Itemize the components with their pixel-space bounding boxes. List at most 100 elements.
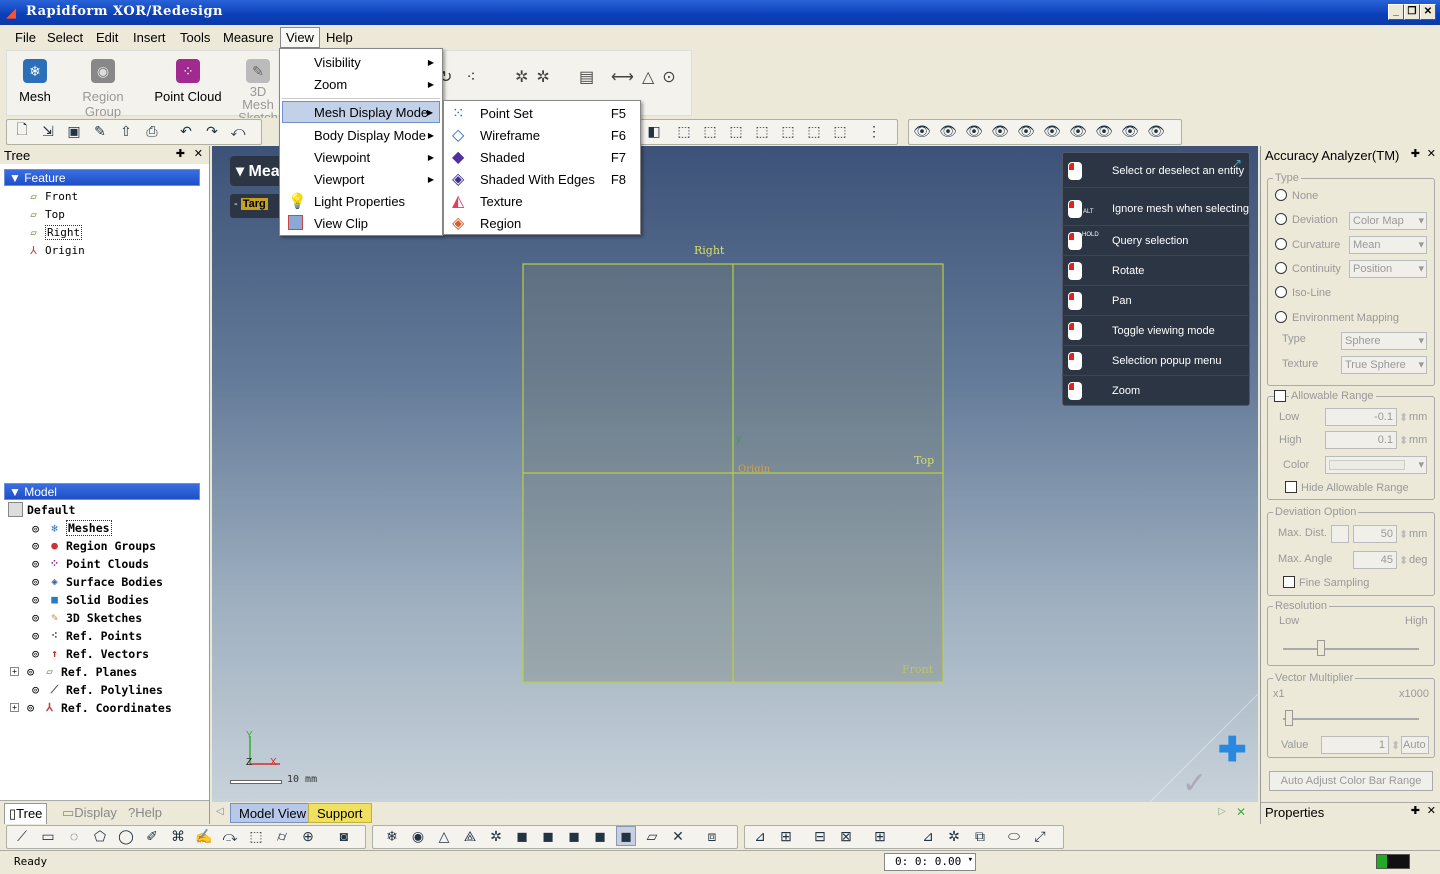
select-body-icon[interactable]: ◼ bbox=[512, 826, 532, 846]
model-region-groups[interactable]: ◎ ● Region Groups bbox=[28, 538, 156, 553]
select-sketch-icon[interactable]: ◼ bbox=[590, 826, 610, 846]
close-panel-icon[interactable]: ✕ bbox=[1427, 804, 1436, 817]
model-ref-points[interactable]: ◎ ⁖ Ref. Points bbox=[28, 628, 142, 643]
menu-tools[interactable]: Tools bbox=[175, 29, 215, 46]
view-menu-body-display-mode[interactable]: Body Display Mode ▶ bbox=[282, 124, 440, 146]
rollback-icon[interactable]: ⤺ bbox=[228, 121, 248, 141]
model-root[interactable]: Default bbox=[8, 502, 75, 517]
mesh-button[interactable]: ❄ Mesh bbox=[15, 53, 55, 104]
visibility-vector-icon[interactable]: 👁 bbox=[1068, 121, 1088, 141]
pin-icon[interactable]: ✚ bbox=[1411, 804, 1420, 817]
visibility-surface-icon[interactable]: 👁 bbox=[990, 121, 1010, 141]
menu-file[interactable]: File bbox=[10, 29, 41, 46]
view-left-icon[interactable]: ⬚ bbox=[726, 121, 746, 141]
invert-icon[interactable]: ✲ bbox=[944, 826, 964, 846]
mesh-mode-shaded-edges[interactable]: ◈ Shaded With Edges F8 bbox=[446, 168, 638, 190]
continuity-select[interactable]: Position ▾ bbox=[1349, 260, 1427, 278]
view-back-icon[interactable]: ⬚ bbox=[700, 121, 720, 141]
cylinder-select-icon[interactable]: ⌭ bbox=[272, 826, 292, 846]
tab-tree[interactable]: ▯Tree bbox=[4, 803, 48, 825]
minimize-button[interactable]: _ bbox=[1388, 4, 1404, 20]
selection-filter-icon[interactable]: ◙ bbox=[334, 826, 354, 846]
lasso-icon[interactable]: ⌘ bbox=[168, 826, 188, 846]
tab-display[interactable]: ▭Display bbox=[62, 805, 117, 821]
select-vertex-icon[interactable]: △ bbox=[434, 826, 454, 846]
view-front-icon[interactable]: ⬚ bbox=[674, 121, 694, 141]
visibility-region-icon[interactable]: 👁 bbox=[938, 121, 958, 141]
tab-model-view[interactable]: Model View bbox=[230, 803, 315, 823]
view-iso-icon[interactable]: ◧ bbox=[644, 121, 664, 141]
resolution-slider-thumb[interactable] bbox=[1317, 640, 1325, 656]
max-dist-spinner-icon[interactable]: ⬍ bbox=[1399, 528, 1408, 541]
feature-header[interactable]: ▼ Feature bbox=[4, 169, 200, 186]
feature-front[interactable]: ▱ Front bbox=[26, 189, 78, 204]
tab-help[interactable]: ?Help bbox=[128, 805, 162, 820]
low-spinner-icon[interactable]: ⬍ bbox=[1399, 411, 1408, 424]
max-angle-input[interactable]: 45 bbox=[1353, 551, 1397, 569]
radio-curvature[interactable] bbox=[1275, 238, 1287, 250]
select-face-icon[interactable]: ✲ bbox=[486, 826, 506, 846]
3d-mesh-sketch-button[interactable]: ✎ 3D Mesh Sketch bbox=[233, 53, 283, 124]
radio-continuity[interactable] bbox=[1275, 262, 1287, 274]
menu-help[interactable]: Help bbox=[321, 29, 358, 46]
view-options-icon[interactable]: ⋮ bbox=[864, 121, 884, 141]
view-menu-view-clip[interactable]: View Clip bbox=[282, 212, 440, 234]
menu-view[interactable]: View bbox=[280, 27, 320, 48]
save-icon[interactable]: ▣ bbox=[64, 121, 84, 141]
visibility-plane-icon[interactable]: 👁 bbox=[1094, 121, 1114, 141]
radio-iso-line[interactable] bbox=[1275, 286, 1287, 298]
measure-tools-icon[interactable]: ⟷△⊙ bbox=[611, 67, 684, 87]
high-input[interactable]: 0.1 bbox=[1325, 431, 1397, 449]
restore-button[interactable]: ❐ bbox=[1404, 4, 1420, 20]
vector-slider-thumb[interactable] bbox=[1285, 710, 1293, 726]
tab-scroll-right-icon[interactable]: ▷ bbox=[1218, 806, 1226, 817]
close-panel-icon[interactable]: ✕ bbox=[1427, 147, 1436, 160]
point-cloud-button[interactable]: ⁘ Point Cloud bbox=[153, 53, 223, 104]
sketch-tools-icon[interactable]: ↻⁖ bbox=[439, 67, 490, 87]
close-panel-icon[interactable]: ✕ bbox=[194, 147, 203, 160]
expand-icon[interactable]: + bbox=[10, 703, 19, 712]
env-type-select[interactable]: Sphere ▾ bbox=[1341, 332, 1427, 350]
max-dist-toggle[interactable] bbox=[1331, 525, 1349, 543]
close-tab-icon[interactable]: ✕ bbox=[1236, 805, 1246, 819]
open-icon[interactable]: ✎ bbox=[90, 121, 110, 141]
redo-icon[interactable]: ↷ bbox=[202, 121, 222, 141]
view-bottom-icon[interactable]: ⬚ bbox=[804, 121, 824, 141]
model-point-clouds[interactable]: ◎ ⁘ Point Clouds bbox=[28, 556, 149, 571]
menu-edit[interactable]: Edit bbox=[91, 29, 123, 46]
filter-icon[interactable]: ⧈ bbox=[702, 826, 722, 846]
high-spinner-icon[interactable]: ⬍ bbox=[1399, 434, 1408, 447]
view-top-icon[interactable]: ⬚ bbox=[778, 121, 798, 141]
radio-env-mapping[interactable] bbox=[1275, 311, 1287, 323]
menu-measure[interactable]: Measure bbox=[218, 29, 279, 46]
model-ref-polylines[interactable]: ◎ ⟋ Ref. Polylines bbox=[28, 682, 163, 697]
menu-select[interactable]: Select bbox=[42, 29, 88, 46]
circle-icon[interactable]: ◌ bbox=[64, 826, 84, 846]
auto-button[interactable]: Auto bbox=[1401, 736, 1429, 754]
mesh-mode-shaded[interactable]: ◆ Shaded F7 bbox=[446, 146, 638, 168]
allowable-range-checkbox[interactable] bbox=[1274, 390, 1286, 402]
view-menu-viewport[interactable]: Viewport ▶ bbox=[282, 168, 440, 190]
view-menu-zoom[interactable]: Zoom ▶ bbox=[282, 73, 440, 95]
max-dist-input[interactable]: 50 bbox=[1353, 525, 1397, 543]
model-ref-vectors[interactable]: ◎ ↑ Ref. Vectors bbox=[28, 646, 149, 661]
select-region-icon[interactable]: ◉ bbox=[408, 826, 428, 846]
tab-scroll-left-icon[interactable]: ◁ bbox=[216, 806, 224, 817]
view-menu-viewpoint[interactable]: Viewpoint ▶ bbox=[282, 146, 440, 168]
paint-icon[interactable]: ✍ bbox=[194, 826, 214, 846]
fine-sampling-checkbox[interactable] bbox=[1283, 576, 1295, 588]
region-group-button[interactable]: ◉ Region Group bbox=[63, 53, 143, 119]
select-plane-icon[interactable]: ▱ bbox=[642, 826, 662, 846]
model-3d-sketches[interactable]: ◎ ✎ 3D Sketches bbox=[28, 610, 142, 625]
polygon-icon[interactable]: ⬠ bbox=[90, 826, 110, 846]
visibility-points-icon[interactable]: 👁 bbox=[964, 121, 984, 141]
view-menu-visibility[interactable]: Visibility ▶ bbox=[282, 51, 440, 73]
model-ref-planes[interactable]: + ◎ ▱ Ref. Planes bbox=[10, 664, 137, 679]
new-file-icon[interactable]: 🗋 bbox=[12, 121, 32, 141]
view-menu-mesh-display-mode[interactable]: Mesh Display Mode ▶ bbox=[282, 101, 440, 123]
tab-support[interactable]: Support bbox=[308, 803, 372, 823]
pin-icon[interactable]: ✚ bbox=[176, 147, 185, 160]
mesh-mode-point-set[interactable]: ⁙ Point Set F5 bbox=[446, 102, 638, 124]
chevron-down-icon[interactable]: ▾ bbox=[968, 855, 973, 865]
mesh-mode-wireframe[interactable]: ◇ Wireframe F6 bbox=[446, 124, 638, 146]
